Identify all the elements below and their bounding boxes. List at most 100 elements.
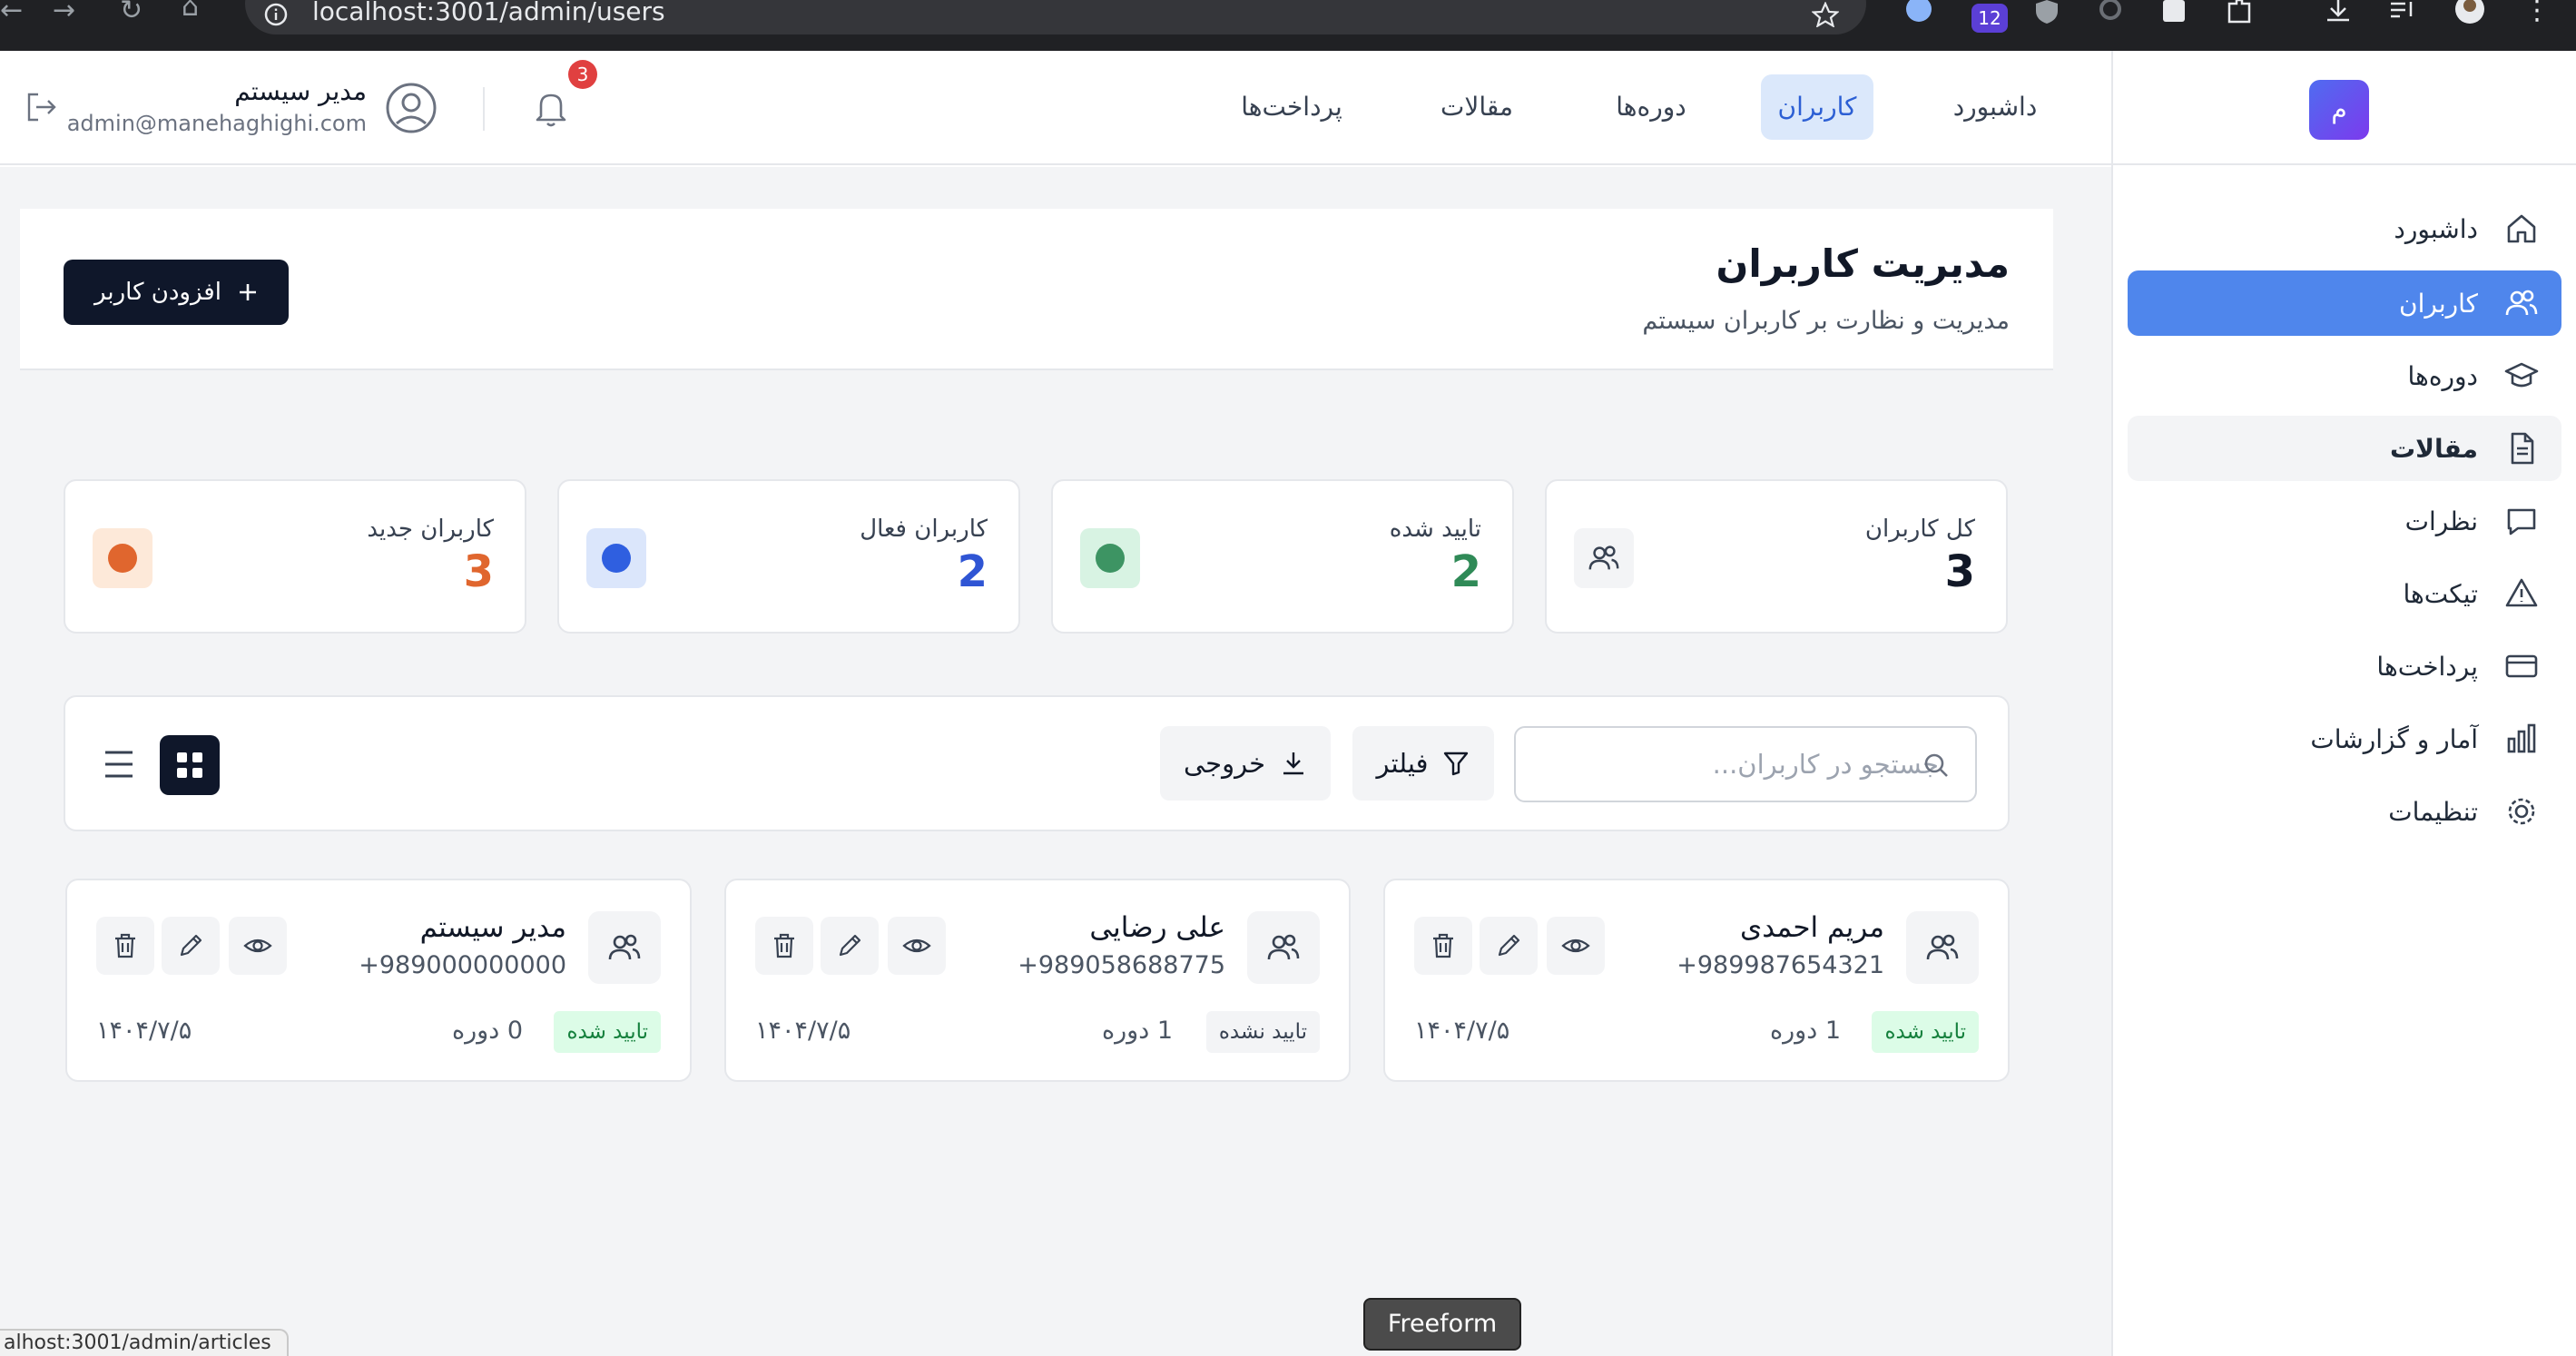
topnav-dashboard[interactable]: داشبورد <box>1928 74 2062 140</box>
export-button-label: خروجی <box>1183 748 1266 779</box>
add-user-button[interactable]: افزودن کاربر <box>64 260 289 325</box>
sidebar-item-tickets[interactable]: تیکت‌ها <box>2128 561 2561 626</box>
user-card[interactable]: علی رضایی +989058688775 تایید نشده 1 دور… <box>724 879 1351 1082</box>
user-email: admin@manehaghighi.com <box>66 111 367 136</box>
sidebar-item-label: کاربران <box>2399 288 2478 319</box>
sidebar-item-label: پرداخت‌ها <box>2376 651 2478 682</box>
trash-icon <box>115 933 135 958</box>
download-icon[interactable] <box>2324 0 2353 24</box>
extension-badge[interactable]: 12 <box>1971 4 2008 33</box>
sidebar-item-label: نظرات <box>2404 506 2478 536</box>
user-name: مدیر سیستم <box>419 911 566 944</box>
stat-value: 2 <box>957 546 988 597</box>
stat-icon <box>1080 528 1140 588</box>
home-icon[interactable]: ⌂ <box>182 0 199 21</box>
address-bar[interactable]: localhost:3001/admin/users <box>245 0 1866 34</box>
user-avatar <box>1247 911 1320 984</box>
sidebar-item-settings[interactable]: تنظیمات <box>2128 779 2561 844</box>
forward-icon[interactable]: → <box>53 0 75 25</box>
document-icon <box>2511 432 2534 465</box>
bookmark-star-icon[interactable] <box>1812 2 1839 27</box>
user-name: مدیر سیستم <box>234 76 367 106</box>
view-user-button[interactable] <box>229 917 287 975</box>
sidebar-item-dashboard[interactable]: داشبورد <box>2128 196 2561 261</box>
gear-extension-icon[interactable] <box>2097 0 2124 24</box>
top-header: داشبورد کاربران دوره‌ها مقالات پرداخت‌ها… <box>0 51 2111 165</box>
search-box <box>1514 726 1977 802</box>
user-avatar-icon[interactable] <box>385 82 438 134</box>
eye-icon <box>902 938 931 953</box>
stat-value: 3 <box>463 546 494 597</box>
sidebar-item-label: داشبورد <box>2394 213 2478 244</box>
delete-user-button[interactable] <box>755 917 813 975</box>
pencil-icon <box>839 934 861 957</box>
stat-label: کل کاربران <box>1864 516 1975 543</box>
notification-bell-icon[interactable] <box>530 87 572 129</box>
sidebar-item-reports[interactable]: آمار و گزارشات <box>2128 706 2561 771</box>
reload-icon[interactable]: ↻ <box>120 0 143 25</box>
filter-button[interactable]: فیلتر <box>1352 726 1494 801</box>
credit-card-icon <box>2505 654 2538 678</box>
view-user-button[interactable] <box>1547 917 1605 975</box>
user-card[interactable]: مریم احمدی +989987654321 تایید شده 1 دور… <box>1383 879 2010 1082</box>
shield-extension-icon[interactable] <box>2033 0 2060 24</box>
delete-user-button[interactable] <box>1414 917 1472 975</box>
plus-icon <box>239 284 256 300</box>
list-view-icon[interactable] <box>103 748 134 781</box>
back-icon[interactable]: ← <box>0 0 23 25</box>
topnav-courses[interactable]: دوره‌ها <box>1603 74 1699 140</box>
stat-icon <box>586 528 646 588</box>
menu-kebab-icon[interactable]: ⋮ <box>2523 0 2551 25</box>
extension-icon[interactable] <box>1903 0 1935 24</box>
user-phone: +989058688775 <box>1018 951 1225 979</box>
site-info-icon[interactable] <box>263 2 289 27</box>
stat-label: کاربران جدید <box>367 516 494 543</box>
edit-user-button[interactable] <box>821 917 879 975</box>
stat-new-users: کاربران جدید 3 <box>64 479 526 634</box>
user-name: مریم احمدی <box>1739 911 1884 944</box>
export-button[interactable]: خروجی <box>1160 726 1331 801</box>
sidebar: م داشبورد کاربران دوره‌ها مقالات نظرات ت… <box>2111 51 2576 1356</box>
view-user-button[interactable] <box>888 917 946 975</box>
users-icon <box>1267 934 1300 960</box>
sidebar-item-courses[interactable]: دوره‌ها <box>2128 343 2561 408</box>
notification-count-badge: 3 <box>568 60 597 89</box>
topnav-articles[interactable]: مقالات <box>1429 74 1525 140</box>
puzzle-box-icon[interactable] <box>2160 0 2188 24</box>
topnav-users[interactable]: کاربران <box>1761 74 1873 140</box>
delete-user-button[interactable] <box>96 917 154 975</box>
search-icon <box>1924 753 1948 777</box>
stat-icon <box>1574 528 1634 588</box>
bar-chart-icon <box>2507 723 2536 753</box>
trash-icon <box>1433 933 1453 958</box>
sidebar-item-comments[interactable]: نظرات <box>2128 488 2561 554</box>
stat-active-users: کاربران فعال 2 <box>557 479 1020 634</box>
users-icon <box>1588 545 1619 570</box>
sidebar-item-users[interactable]: کاربران <box>2128 270 2561 336</box>
search-input[interactable] <box>1516 728 1975 801</box>
sidebar-item-payments[interactable]: پرداخت‌ها <box>2128 634 2561 699</box>
logout-icon[interactable] <box>24 89 60 125</box>
stat-total-users: کل کاربران 3 <box>1545 479 2008 634</box>
user-name: علی رضایی <box>1089 911 1225 944</box>
grid-icon <box>177 752 202 778</box>
user-course-count: 0 دوره <box>451 1017 523 1045</box>
user-card[interactable]: مدیر سیستم +989000000000 تایید شده 0 دور… <box>65 879 692 1082</box>
brand-logo[interactable]: م <box>2309 80 2369 140</box>
sidebar-item-articles[interactable]: مقالات <box>2128 416 2561 481</box>
user-phone: +989000000000 <box>359 951 566 979</box>
edit-user-button[interactable] <box>162 917 220 975</box>
profile-avatar-icon[interactable] <box>2454 0 2485 27</box>
pencil-icon <box>180 934 202 957</box>
download-icon <box>1283 752 1304 775</box>
topnav-payments[interactable]: پرداخت‌ها <box>1227 74 1356 140</box>
stat-value: 3 <box>1944 546 1975 597</box>
extensions-puzzle-icon[interactable] <box>2226 0 2253 24</box>
status-badge: تایید شده <box>554 1011 661 1053</box>
media-control-icon[interactable] <box>2389 0 2416 24</box>
stat-label: کاربران فعال <box>860 516 988 543</box>
edit-user-button[interactable] <box>1480 917 1538 975</box>
users-icon <box>608 934 641 960</box>
header-divider <box>483 87 485 131</box>
grid-view-toggle[interactable] <box>160 735 220 795</box>
